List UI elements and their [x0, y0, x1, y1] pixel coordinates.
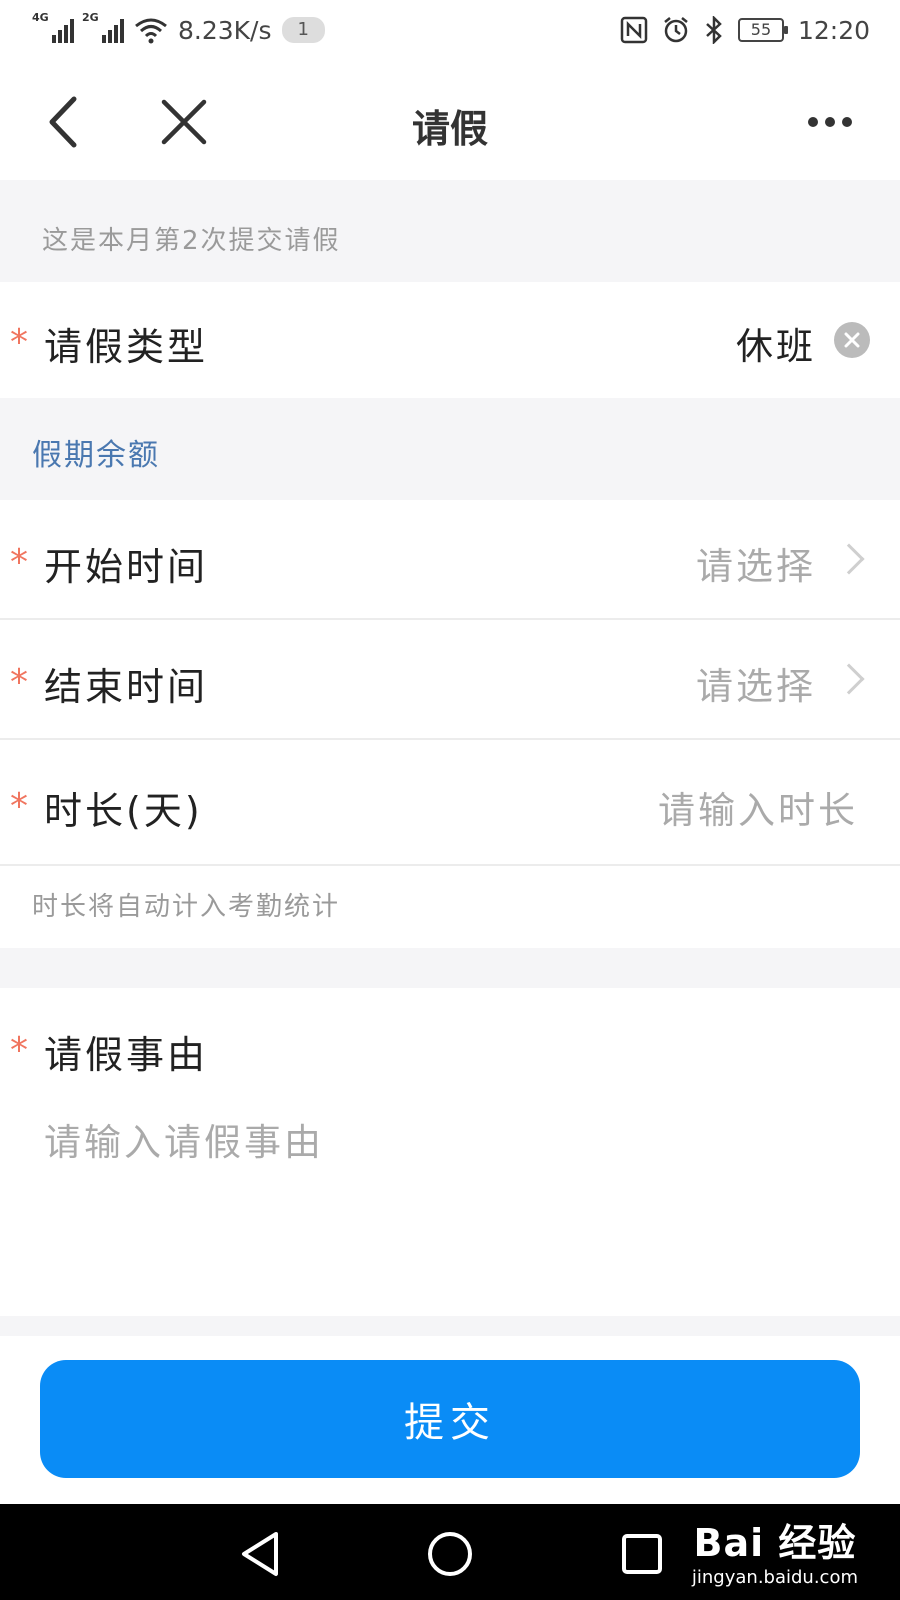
required-mark: * [10, 1030, 28, 1071]
balance-section: 假期余额 [0, 398, 900, 500]
end-time-placeholder: 请选择 [696, 665, 816, 708]
alarm-icon [664, 17, 688, 43]
required-mark: * [10, 786, 28, 827]
status-bar: 4G 2G 8.23K/s 1 55 12:20 [0, 0, 900, 62]
system-nav-bar: Bai 经验 jingyan.baidu.com [0, 1504, 900, 1600]
signal-icon-4g: 4G [32, 11, 74, 43]
network-speed: 8.23K/s [178, 15, 272, 45]
reason-label: 请假事由 [44, 1033, 209, 1077]
end-time-row[interactable]: * 结束时间 请选择 [0, 620, 900, 738]
status-bar-left: 4G 2G 8.23K/s 1 [32, 11, 325, 48]
more-dots-icon [808, 117, 852, 127]
start-time-placeholder: 请选择 [696, 545, 816, 588]
clock: 12:20 [797, 15, 870, 45]
chevron-right-icon [833, 663, 865, 695]
section-gap [0, 1316, 900, 1336]
page-title: 请假 [411, 107, 488, 151]
required-mark: * [10, 322, 28, 363]
signal-icon-2g: 2G [82, 11, 124, 43]
watermark-url: jingyan.baidu.com [691, 1567, 858, 1588]
start-time-label: 开始时间 [44, 545, 209, 589]
network-type-label: 4G [32, 11, 49, 24]
leave-type-label: 请假类型 [44, 325, 209, 369]
duration-row[interactable]: * 时长(天) 请输入时长 [0, 740, 900, 864]
watermark-logo: Bai 经验 [693, 1521, 857, 1565]
duration-label: 时长(天) [44, 789, 203, 833]
balance-link[interactable]: 假期余额 [32, 430, 160, 474]
required-mark: * [10, 662, 28, 703]
submit-button[interactable]: 提交 [40, 1360, 860, 1478]
wifi-icon [135, 18, 167, 44]
reason-textarea[interactable]: 请输入请假事由 [44, 1112, 324, 1166]
square-recents-icon [622, 1534, 662, 1574]
clear-button[interactable] [834, 322, 870, 358]
battery-level: 55 [750, 20, 772, 39]
network-type-label: 2G [82, 11, 99, 24]
info-banner: 这是本月第2次提交请假 [0, 180, 900, 282]
notification-badge: 1 [281, 17, 325, 43]
submit-count-note: 这是本月第2次提交请假 [42, 226, 341, 256]
leave-type-row[interactable]: * 请假类型 休班 [0, 282, 900, 398]
baidu-watermark: Bai 经验 jingyan.baidu.com [692, 1512, 858, 1588]
battery-icon: 55 [737, 18, 788, 42]
system-back-button[interactable] [232, 1526, 288, 1582]
circle-home-icon [428, 1532, 472, 1576]
clear-icon [844, 332, 860, 348]
status-bar-right: 55 12:20 [620, 12, 870, 48]
nfc-icon [620, 16, 648, 44]
more-button[interactable] [800, 102, 860, 142]
bluetooth-icon [706, 16, 722, 44]
section-gap [0, 948, 900, 988]
nav-bar: 请假 [0, 62, 900, 180]
triangle-back-icon [242, 1532, 278, 1576]
required-mark: * [10, 542, 28, 583]
system-home-button[interactable] [420, 1524, 480, 1584]
chevron-right-icon [833, 543, 865, 575]
leave-type-value: 休班 [736, 325, 816, 368]
duration-input[interactable]: 请输入时长 [658, 780, 858, 834]
end-time-label: 结束时间 [44, 665, 209, 709]
start-time-row[interactable]: * 开始时间 请选择 [0, 500, 900, 618]
duration-hint: 时长将自动计入考勤统计 [32, 892, 341, 922]
system-recents-button[interactable] [614, 1526, 670, 1582]
duration-hint-row: 时长将自动计入考勤统计 [0, 866, 900, 948]
reason-section[interactable]: * 请假事由 请输入请假事由 [0, 988, 900, 1316]
